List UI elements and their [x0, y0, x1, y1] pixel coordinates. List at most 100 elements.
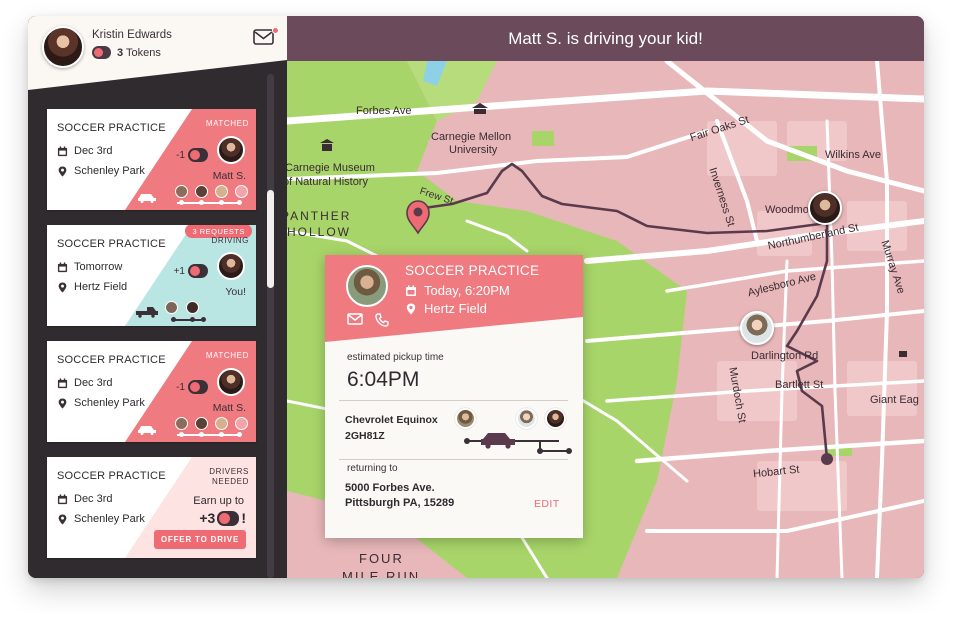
car-plate: 2GH81Z [345, 430, 385, 442]
token-icon [92, 46, 111, 59]
route-line [173, 319, 203, 321]
user-name: Kristin Edwards [92, 29, 172, 41]
card-date-text: Tomorrow [74, 261, 123, 273]
location-pin-icon [406, 303, 416, 314]
location-pin-icon [58, 281, 67, 293]
popup-place: Hertz Field [405, 301, 487, 316]
token-change: -1 [176, 380, 208, 394]
notification-dot [272, 27, 279, 34]
stop-dot [199, 200, 204, 205]
scrollbar-track[interactable] [267, 74, 274, 578]
main-panel: Matt S. is driving your kid! Forbes Ave … [287, 16, 924, 578]
passenger-location-avatar[interactable] [740, 311, 774, 345]
edit-address-link[interactable]: EDIT [534, 498, 560, 510]
address-line-1: 5000 Forbes Ave. [345, 482, 435, 494]
stop-dot [237, 432, 242, 437]
driver-name: Matt S. [212, 170, 246, 182]
stop-dot [237, 200, 242, 205]
offer-to-drive-button[interactable]: OFFER TO DRIVE [154, 530, 246, 549]
calendar-icon [57, 377, 68, 388]
return-address: 5000 Forbes Ave. Pittsburgh PA, 15289 [345, 481, 454, 511]
map-label: Carnegie Museum [287, 162, 375, 174]
ride-card[interactable]: SOCCER PRACTICE Dec 3rd Schenley Park MA… [47, 109, 256, 210]
ride-card[interactable]: 3 REQUESTS SOCCER PRACTICE Tomorrow Hert… [47, 225, 256, 326]
map-label: Bartlett St [775, 379, 824, 391]
mail-icon[interactable] [347, 313, 363, 325]
token-change-value: +1 [173, 265, 185, 277]
passenger-avatar [455, 408, 476, 429]
app-window: Kristin Edwards 3 Tokens SOCCER PRACTICE… [28, 16, 924, 578]
scrollbar-thumb[interactable] [267, 190, 274, 288]
popup-title: SOCCER PRACTICE [405, 263, 540, 278]
map-label: PANTHER [287, 209, 352, 223]
map-label: Wilkins Ave [825, 149, 882, 161]
token-change-value: -1 [176, 381, 185, 393]
card-title: SOCCER PRACTICE [57, 238, 166, 250]
car-model: Chevrolet Equinox [345, 414, 438, 426]
passenger-avatar [235, 185, 248, 198]
status-badge: DRIVING [211, 236, 249, 245]
token-change: +1 [174, 264, 208, 278]
card-title: SOCCER PRACTICE [57, 470, 166, 482]
map-label: Forbes Ave [356, 105, 412, 117]
ride-card[interactable]: SOCCER PRACTICE Dec 3rd Schenley Park DR… [47, 457, 256, 558]
driver-avatar [217, 252, 245, 280]
driver-avatar [346, 265, 388, 307]
popup-time: Today, 6:20PM [405, 283, 510, 298]
map-label: University [449, 144, 498, 156]
mail-button[interactable] [253, 27, 279, 48]
token-icon [188, 264, 208, 278]
car-icon [138, 194, 156, 203]
status-line-2: NEEDED [212, 477, 249, 486]
card-date: Dec 3rd [57, 493, 113, 505]
earn-suffix: ! [241, 510, 246, 526]
passenger-avatar [186, 301, 199, 314]
passenger-avatar [215, 185, 228, 198]
card-title: SOCCER PRACTICE [57, 122, 166, 134]
location-pin-icon [58, 397, 67, 409]
card-date-text: Dec 3rd [74, 493, 113, 505]
avatar[interactable] [42, 26, 84, 68]
stop-dot [179, 432, 184, 437]
ride-progress [464, 433, 572, 454]
driver-avatar [217, 368, 245, 396]
stop-dot [171, 317, 176, 322]
ride-card[interactable]: SOCCER PRACTICE Dec 3rd Schenley Park MA… [47, 341, 256, 442]
earn-label: Earn up to [193, 495, 244, 507]
card-place: Schenley Park [57, 165, 145, 177]
calendar-icon [406, 285, 416, 296]
driver-location-avatar[interactable] [808, 191, 842, 225]
page-title: Matt S. is driving your kid! [287, 16, 924, 61]
address-line-2: Pittsburgh PA, 15289 [345, 497, 455, 509]
stop-dot [179, 200, 184, 205]
earn-amount: +3 ! [199, 510, 246, 526]
map-label: Darlington Rd [751, 350, 819, 362]
token-icon [188, 148, 208, 162]
passenger-avatar [175, 417, 188, 430]
passenger-avatar [215, 417, 228, 430]
map-label: of Natural History [287, 176, 368, 188]
phone-icon[interactable] [375, 313, 389, 327]
status-badge: MATCHED [205, 351, 249, 360]
card-place: Schenley Park [57, 513, 145, 525]
driver-name: Matt S. [212, 402, 246, 414]
divider [339, 459, 568, 460]
passenger-avatar [195, 417, 208, 430]
passenger-avatar [545, 408, 566, 429]
location-pin-icon [58, 165, 67, 177]
calendar-icon [57, 145, 68, 156]
passenger-avatar [516, 408, 537, 429]
card-place-text: Schenley Park [74, 513, 145, 525]
vehicle-info: Chevrolet Equinox 2GH81Z [345, 412, 438, 444]
card-place: Hertz Field [57, 281, 127, 293]
map-label: Carnegie Mellon [431, 131, 512, 143]
pickup-truck-icon [136, 307, 158, 318]
stop-dot [201, 317, 206, 322]
card-date: Dec 3rd [57, 145, 113, 157]
token-change-value: -1 [176, 149, 185, 161]
map-label: MILE RUN [342, 569, 421, 578]
driver-avatar [217, 136, 245, 164]
status-badge: MATCHED [205, 119, 249, 128]
stop-dot [190, 317, 195, 322]
card-place-text: Schenley Park [74, 165, 145, 177]
